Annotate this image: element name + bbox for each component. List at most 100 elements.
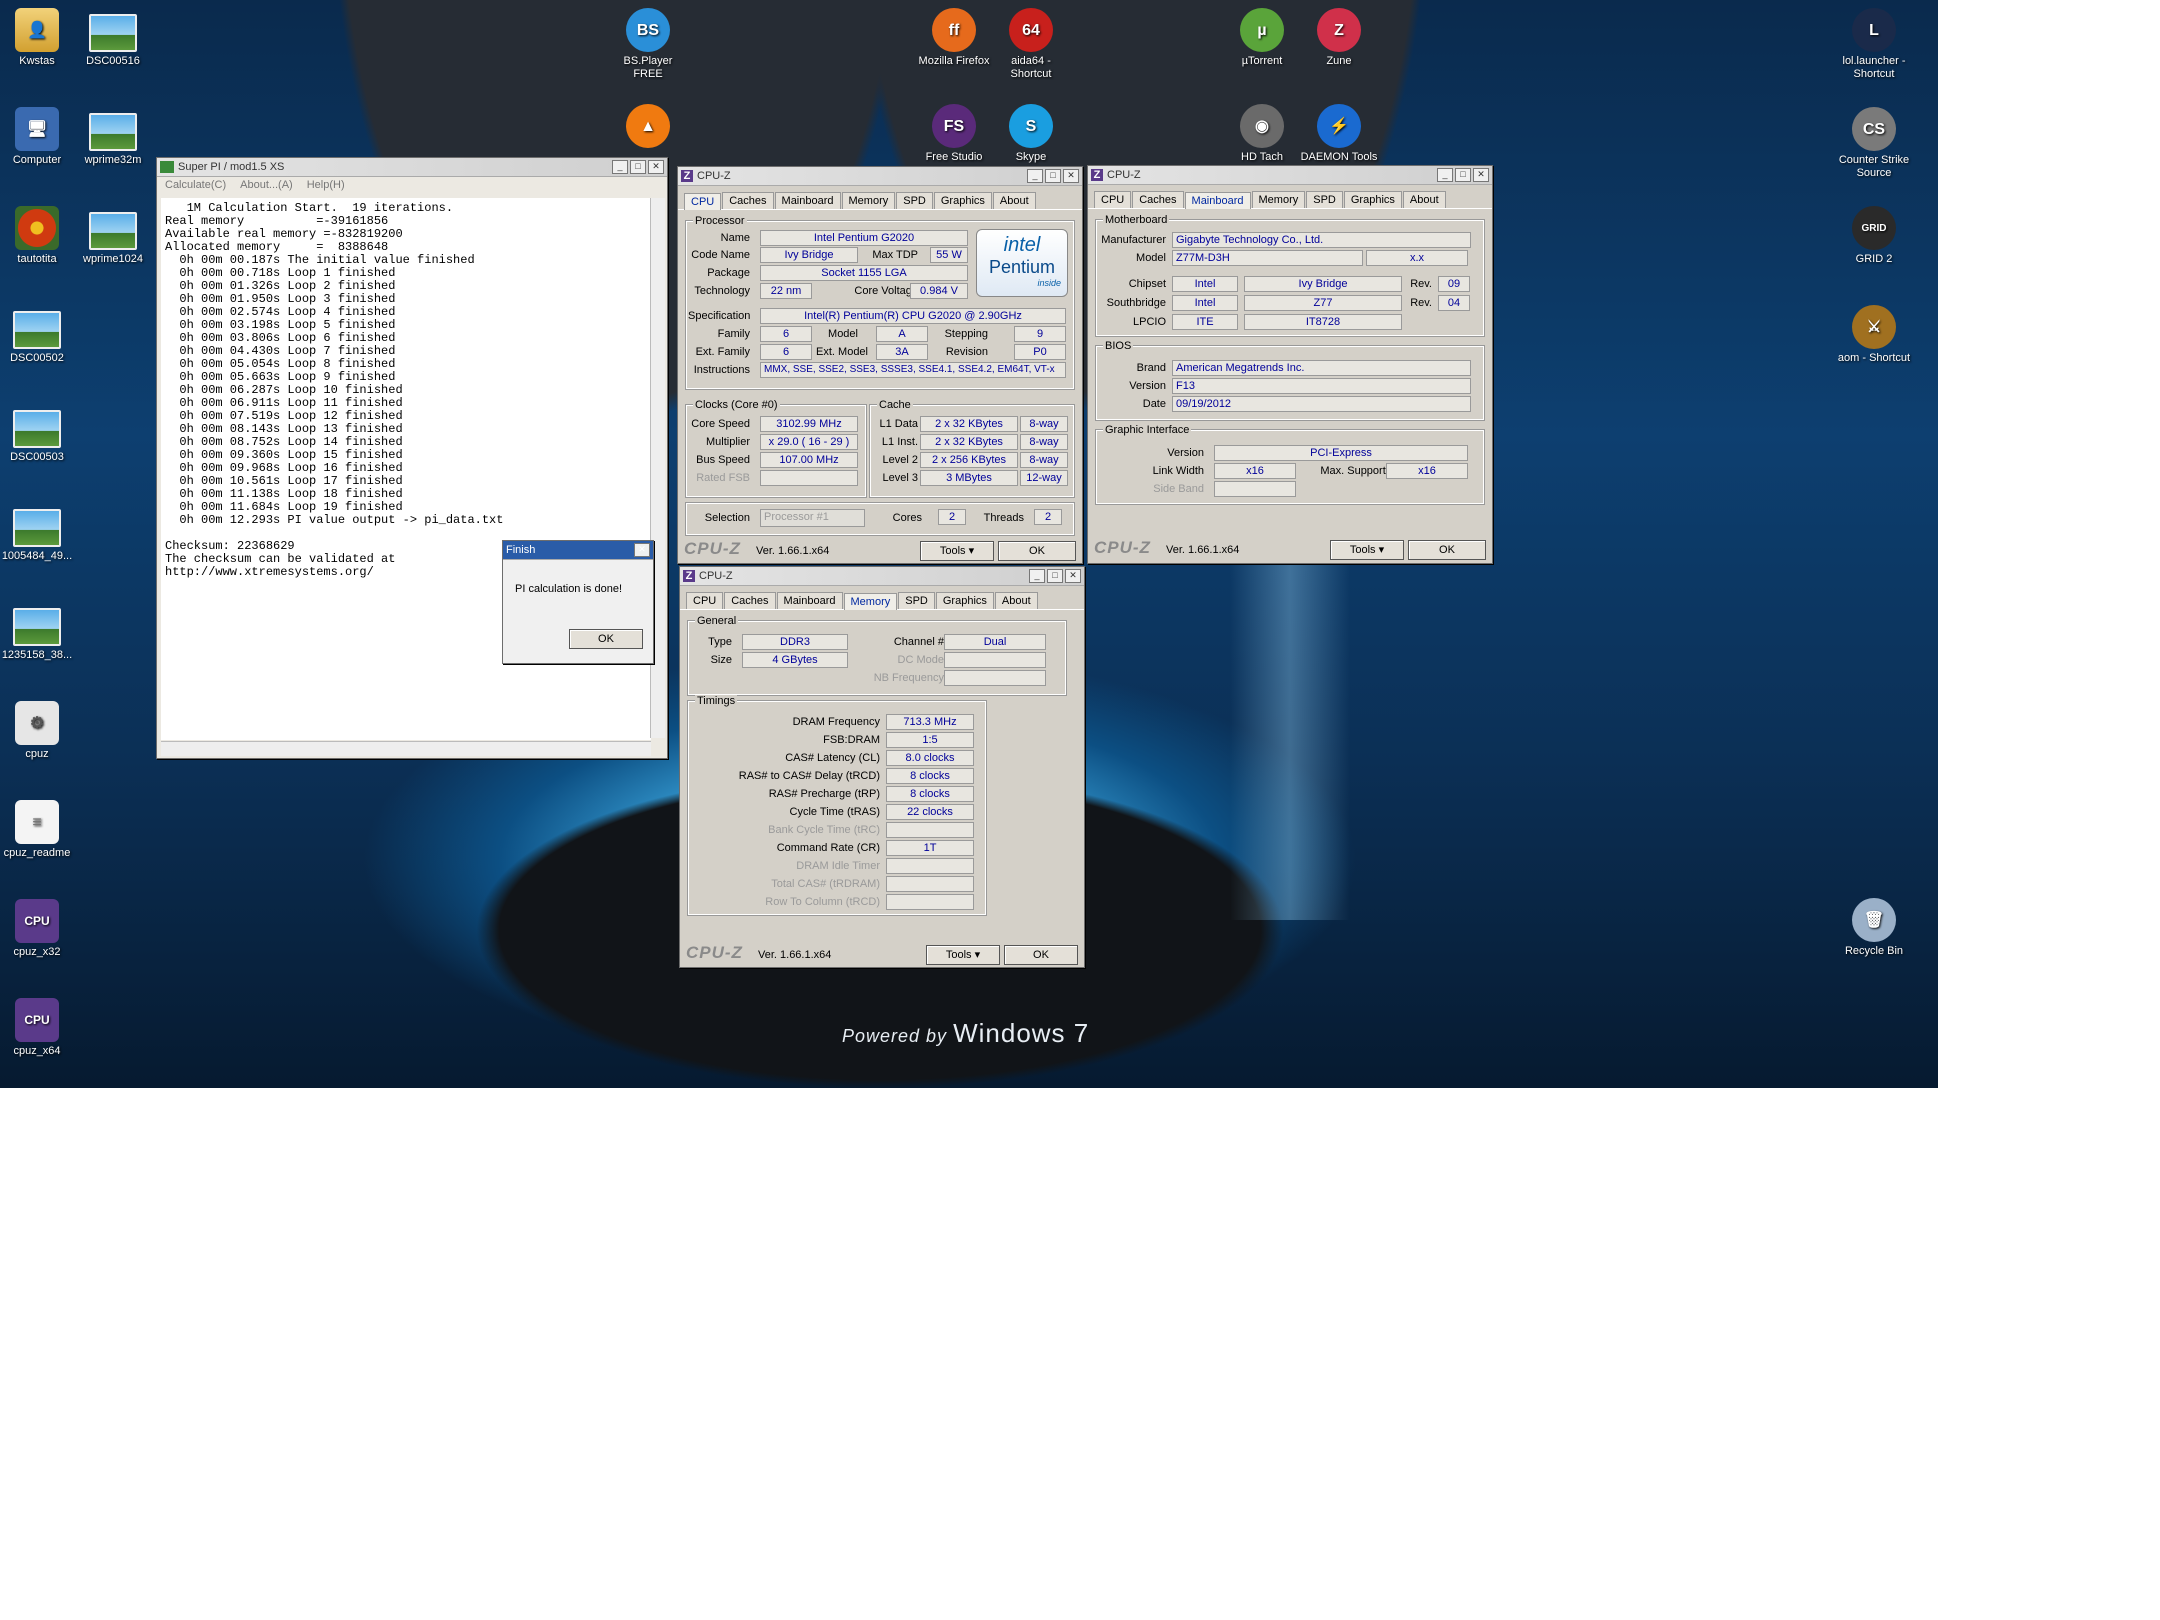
desktop-icon[interactable]: 🖥 Computer <box>0 107 77 167</box>
tab-caches[interactable]: Caches <box>1132 191 1184 208</box>
desktop-icon[interactable]: ▲ <box>608 104 688 151</box>
desktop-icon[interactable]: DSC00502 <box>0 305 77 365</box>
tab-memory[interactable]: Memory <box>841 192 896 209</box>
menu-about[interactable]: About...(A) <box>240 177 293 193</box>
finish-dialog[interactable]: Finish ✕ PI calculation is done! OK <box>502 540 654 664</box>
timing-label: RAS# Precharge (tRP) <box>768 788 880 800</box>
cpuz-titlebar[interactable]: Z CPU-Z _ □ ✕ <box>680 567 1084 586</box>
tools-button[interactable]: Tools ▾ <box>1330 540 1404 560</box>
dialog-titlebar[interactable]: Finish ✕ <box>503 541 653 560</box>
desktop-icon[interactable]: 64 aida64 - Shortcut <box>991 8 1071 81</box>
desktop-icon[interactable]: tautotita <box>0 206 77 266</box>
maximize-icon[interactable]: □ <box>630 160 646 174</box>
ok-button[interactable]: OK <box>998 541 1076 561</box>
tab-cpu[interactable]: CPU <box>686 592 724 609</box>
desktop-icon[interactable]: ⚡ DAEMON Tools <box>1299 104 1379 164</box>
close-icon[interactable]: ✕ <box>634 543 650 557</box>
desktop-icon[interactable]: wprime32m <box>73 107 153 167</box>
tab-spd[interactable]: SPD <box>898 592 935 609</box>
desktop-icon-label: Mozilla Firefox <box>918 55 990 67</box>
desktop-icon[interactable]: FS Free Studio <box>914 104 994 164</box>
superpi-window[interactable]: Super PI / mod1.5 XS _ □ ✕ Calculate(C) … <box>156 157 668 759</box>
desktop-icon[interactable]: Z Zune <box>1299 8 1379 68</box>
channel-label: Channel # <box>893 636 944 648</box>
close-icon[interactable]: ✕ <box>1065 569 1081 583</box>
desktop-icon[interactable]: ⚙ cpuz <box>0 701 77 761</box>
dialog-ok-button[interactable]: OK <box>569 629 643 649</box>
desktop-icon[interactable]: CS Counter Strike Source <box>1834 107 1914 180</box>
tools-button[interactable]: Tools ▾ <box>920 541 994 561</box>
desktop-icon[interactable]: DSC00503 <box>0 404 77 464</box>
desktop-icon[interactable]: ◉ HD Tach <box>1222 104 1302 164</box>
cpuz-cpu-window[interactable]: Z CPU-Z _ □ ✕ CPU Caches Mainboard Memory SP… <box>677 166 1083 564</box>
tab-cpu[interactable]: CPU <box>684 193 722 210</box>
close-icon[interactable]: ✕ <box>648 160 664 174</box>
desktop-icon[interactable]: 1235158_38... <box>0 602 77 662</box>
cpuz-app-icon: CPU <box>15 899 59 943</box>
desktop-icon[interactable]: Llol.launcher - Shortcut <box>1834 8 1914 81</box>
desktop-icon[interactable]: S Skype <box>991 104 1071 164</box>
revision-label: Revision <box>945 346 988 358</box>
minimize-icon[interactable]: _ <box>1029 569 1045 583</box>
desktop-icon-label: aom - Shortcut <box>1837 352 1911 364</box>
cpuz-memory-window[interactable]: Z CPU-Z _ □ ✕ CPU Caches Mainboard Memory SP… <box>679 566 1085 968</box>
desktop-icon[interactable]: DSC00516 <box>73 8 153 68</box>
desktop-icon[interactable]: BS BS.Player FREE <box>608 8 688 81</box>
maximize-icon[interactable]: □ <box>1047 569 1063 583</box>
ok-button[interactable]: OK <box>1408 540 1486 560</box>
desktop-icon[interactable]: µ µTorrent <box>1222 8 1302 68</box>
tab-graphics[interactable]: Graphics <box>1343 191 1402 208</box>
desktop-icon[interactable]: ⚔ aom - Shortcut <box>1834 305 1914 365</box>
menu-calculate[interactable]: Calculate(C) <box>165 177 226 193</box>
desktop-icon[interactable]: ≡ cpuz_readme <box>0 800 77 860</box>
tab-about[interactable]: About <box>1402 191 1446 208</box>
type-label: Type <box>708 636 732 648</box>
desktop-icon[interactable]: CPU cpuz_x32 <box>0 899 77 959</box>
menu-help[interactable]: Help(H) <box>307 177 345 193</box>
maximize-icon[interactable]: □ <box>1045 169 1061 183</box>
tab-about[interactable]: About <box>994 592 1038 609</box>
cpuz-titlebar[interactable]: Z CPU-Z _ □ ✕ <box>678 167 1082 186</box>
manufacturer-value: Gigabyte Technology Co., Ltd. <box>1172 232 1471 248</box>
desktop-icon[interactable]: GRID GRID 2 <box>1834 206 1914 266</box>
windows-branding: Powered by Windows 7 <box>842 1018 1090 1048</box>
cpuz-titlebar[interactable]: Z CPU-Z _ □ ✕ <box>1088 166 1492 185</box>
close-icon[interactable]: ✕ <box>1063 169 1079 183</box>
tab-caches[interactable]: Caches <box>722 192 774 209</box>
horizontal-scrollbar[interactable] <box>161 741 651 756</box>
tab-memory[interactable]: Memory <box>843 593 898 610</box>
desktop-icon[interactable]: 🗑 Recycle Bin <box>1834 898 1914 958</box>
desktop-icon[interactable]: 👤 Kwstas <box>0 8 77 68</box>
tab-mainboard[interactable]: Mainboard <box>774 192 841 209</box>
desktop-icon[interactable]: 1005484_49... <box>0 503 77 563</box>
tab-spd[interactable]: SPD <box>1306 191 1343 208</box>
tab-spd[interactable]: SPD <box>896 192 933 209</box>
maximize-icon[interactable]: □ <box>1455 168 1471 182</box>
app-icon: 64 <box>1009 8 1053 52</box>
app-icon: 🗑 <box>1852 898 1896 942</box>
tab-graphics[interactable]: Graphics <box>935 592 994 609</box>
name-value: Intel Pentium G2020 <box>760 230 968 246</box>
desktop-icon[interactable]: ff Mozilla Firefox <box>914 8 994 68</box>
tdp-label: Max TDP <box>872 249 918 261</box>
tab-cpu[interactable]: CPU <box>1094 191 1132 208</box>
desktop-icon[interactable]: CPU cpuz_x64 <box>0 998 77 1058</box>
minimize-icon[interactable]: _ <box>1027 169 1043 183</box>
desktop-icon-label: 1235158_38... <box>1 649 73 661</box>
tools-button[interactable]: Tools ▾ <box>926 945 1000 965</box>
superpi-titlebar[interactable]: Super PI / mod1.5 XS _ □ ✕ <box>157 158 667 177</box>
desktop-icon[interactable]: wprime1024 <box>73 206 153 266</box>
close-icon[interactable]: ✕ <box>1473 168 1489 182</box>
tab-mainboard[interactable]: Mainboard <box>776 592 843 609</box>
tab-memory[interactable]: Memory <box>1251 191 1306 208</box>
ok-button[interactable]: OK <box>1004 945 1078 965</box>
tab-caches[interactable]: Caches <box>724 592 776 609</box>
tab-mainboard[interactable]: Mainboard <box>1184 192 1251 209</box>
tab-graphics[interactable]: Graphics <box>933 192 992 209</box>
tab-about[interactable]: About <box>992 192 1036 209</box>
chipset-vendor: Intel <box>1172 276 1238 292</box>
cpuz-mainboard-window[interactable]: Z CPU-Z _ □ ✕ CPU Caches Mainboard Memory SP… <box>1087 165 1493 564</box>
minimize-icon[interactable]: _ <box>1437 168 1453 182</box>
minimize-icon[interactable]: _ <box>612 160 628 174</box>
processor-select[interactable]: Processor #1 <box>760 509 865 527</box>
